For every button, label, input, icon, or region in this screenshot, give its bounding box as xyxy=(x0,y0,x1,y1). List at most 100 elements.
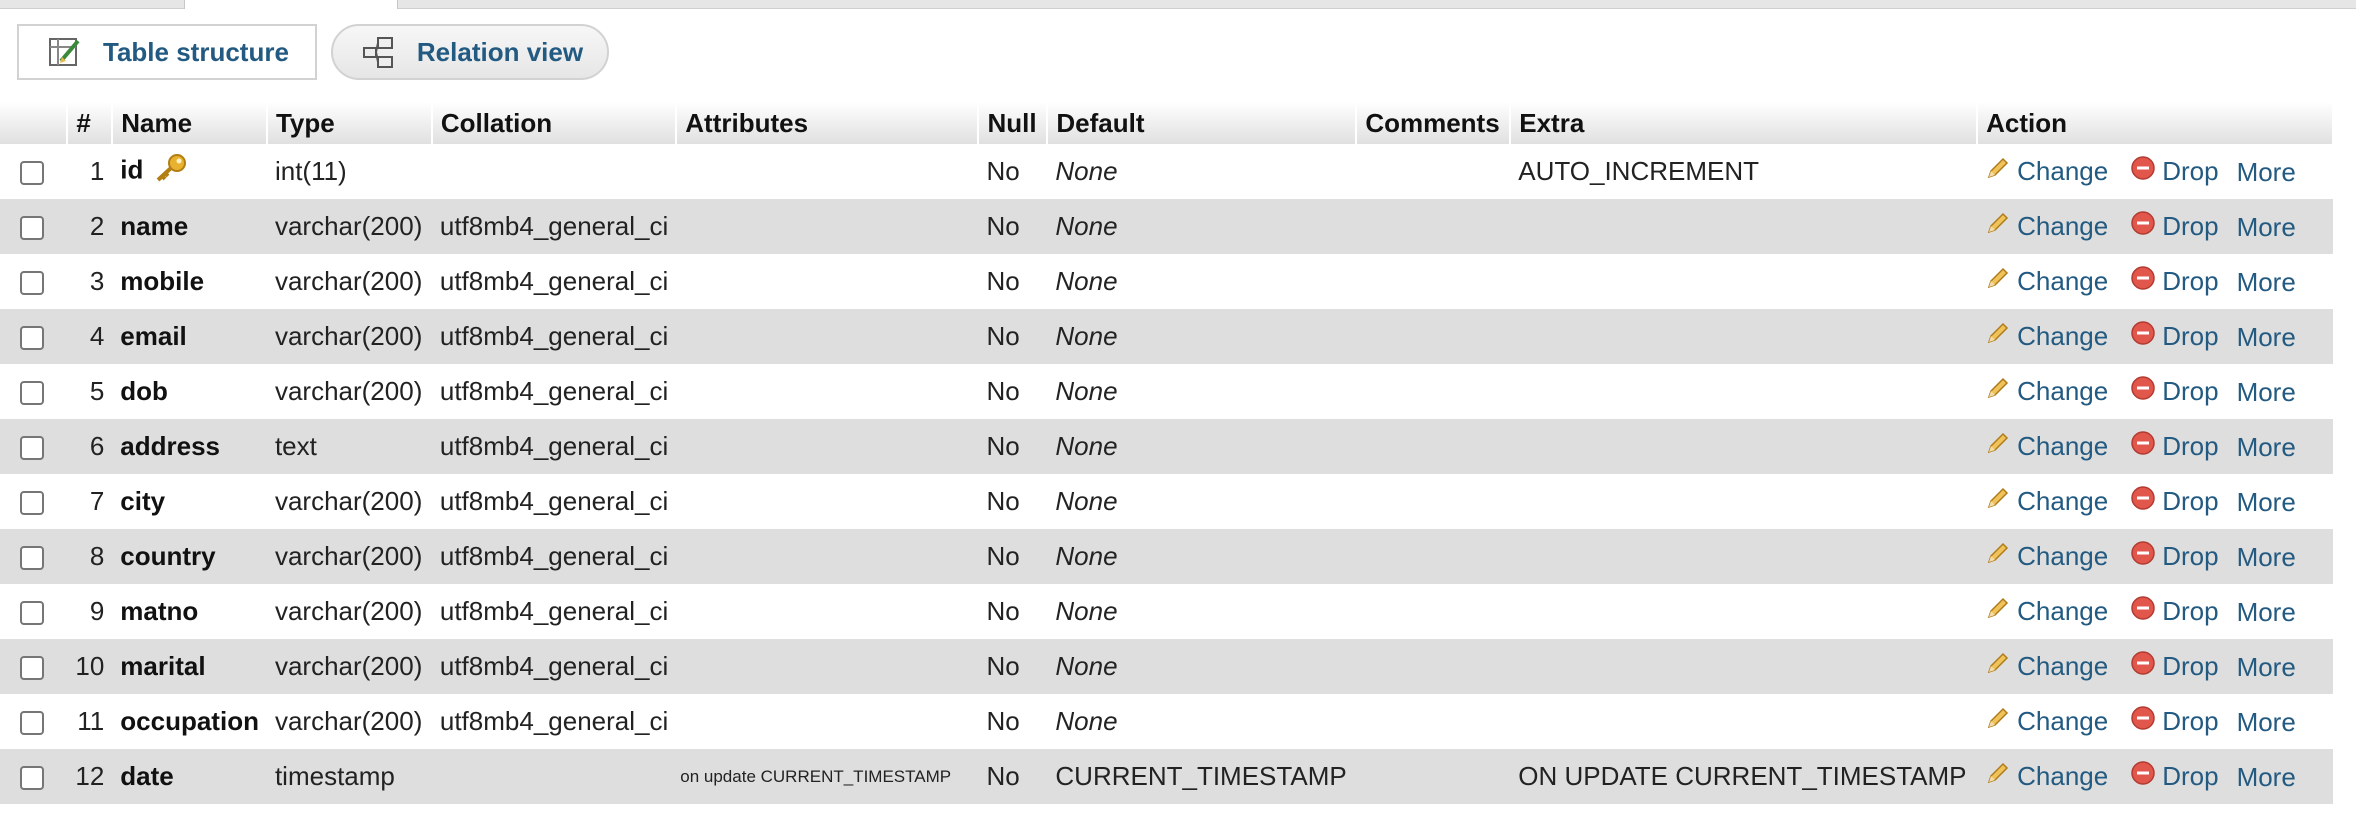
column-name: name xyxy=(120,211,189,241)
relation-view-label: Relation view xyxy=(416,36,584,67)
pencil-icon xyxy=(1985,320,2017,353)
change-link[interactable]: Change xyxy=(1985,210,2108,243)
row-checkbox[interactable] xyxy=(20,381,44,406)
change-link[interactable]: Change xyxy=(1985,595,2108,628)
top-tab-strip xyxy=(0,0,2356,9)
change-link[interactable]: Change xyxy=(1985,485,2108,518)
drop-link[interactable]: Drop xyxy=(2130,760,2219,793)
drop-link[interactable]: Drop xyxy=(2130,430,2219,463)
drop-label: Drop xyxy=(2162,651,2219,681)
header-attributes[interactable]: Attributes xyxy=(676,102,980,144)
row-number: 12 xyxy=(67,749,113,804)
column-default: None xyxy=(1047,254,1357,309)
more-dropdown[interactable]: More xyxy=(2237,432,2296,462)
row-number: 9 xyxy=(67,584,113,639)
column-collation xyxy=(431,749,677,804)
column-name: matno xyxy=(120,596,199,626)
more-dropdown[interactable]: More xyxy=(2237,652,2296,682)
column-extra xyxy=(1510,474,1978,529)
more-dropdown[interactable]: More xyxy=(2237,157,2296,187)
row-select-cell xyxy=(0,529,68,584)
table-row: 4 email varchar(200) utf8mb4_general_ci No No… xyxy=(0,309,2333,364)
table-structure-button[interactable]: Table structure xyxy=(17,24,317,80)
row-select-cell xyxy=(0,364,68,419)
change-link[interactable]: Change xyxy=(1985,155,2108,188)
more-dropdown[interactable]: More xyxy=(2237,762,2296,792)
column-name: email xyxy=(120,321,187,351)
table-row: 11 occupation varchar(200) utf8mb4_general_… xyxy=(0,694,2333,749)
drop-link[interactable]: Drop xyxy=(2130,540,2219,573)
header-default[interactable]: Default xyxy=(1047,102,1358,144)
drop-label: Drop xyxy=(2162,706,2219,736)
drop-link[interactable]: Drop xyxy=(2130,155,2219,188)
more-dropdown[interactable]: More xyxy=(2237,212,2296,242)
header-null[interactable]: Null xyxy=(978,102,1049,144)
change-link[interactable]: Change xyxy=(1985,540,2108,573)
header-collation[interactable]: Collation xyxy=(431,102,678,144)
row-checkbox[interactable] xyxy=(20,161,44,186)
more-dropdown[interactable]: More xyxy=(2237,597,2296,627)
header-type[interactable]: Type xyxy=(266,102,433,144)
change-label: Change xyxy=(2017,156,2109,186)
drop-link[interactable]: Drop xyxy=(2130,210,2219,243)
row-checkbox[interactable] xyxy=(20,436,44,461)
header-extra[interactable]: Extra xyxy=(1510,102,1979,144)
header-comments[interactable]: Comments xyxy=(1356,102,1512,144)
column-extra xyxy=(1510,254,1978,309)
column-extra xyxy=(1510,639,1978,694)
change-link[interactable]: Change xyxy=(1985,375,2108,408)
change-link[interactable]: Change xyxy=(1985,265,2108,298)
row-checkbox[interactable] xyxy=(20,766,44,791)
row-checkbox[interactable] xyxy=(20,656,44,681)
column-name-cell: id xyxy=(112,144,267,199)
drop-circle-icon xyxy=(2130,595,2162,628)
more-dropdown[interactable]: More xyxy=(2237,267,2296,297)
column-default: None xyxy=(1047,419,1357,474)
column-default: None xyxy=(1047,144,1357,199)
column-name: country xyxy=(120,541,216,571)
more-dropdown[interactable]: More xyxy=(2237,322,2296,352)
drop-link[interactable]: Drop xyxy=(2130,320,2219,353)
drop-link[interactable]: Drop xyxy=(2130,265,2219,298)
change-label: Change xyxy=(2017,431,2109,461)
row-checkbox[interactable] xyxy=(20,546,44,571)
pencil-icon xyxy=(1985,540,2017,573)
column-null: No xyxy=(978,144,1048,199)
drop-link[interactable]: Drop xyxy=(2130,485,2219,518)
drop-circle-icon xyxy=(2130,760,2162,793)
row-number: 10 xyxy=(67,639,113,694)
row-checkbox[interactable] xyxy=(20,326,44,351)
key-icon xyxy=(153,153,187,190)
drop-link[interactable]: Drop xyxy=(2130,595,2219,628)
row-checkbox[interactable] xyxy=(20,491,44,516)
row-checkbox[interactable] xyxy=(20,601,44,626)
column-default: None xyxy=(1047,199,1357,254)
drop-link[interactable]: Drop xyxy=(2130,375,2219,408)
more-dropdown[interactable]: More xyxy=(2237,707,2296,737)
row-checkbox[interactable] xyxy=(20,271,44,296)
change-label: Change xyxy=(2017,486,2109,516)
column-name-cell: occupation xyxy=(112,694,267,749)
drop-link[interactable]: Drop xyxy=(2130,650,2219,683)
change-link[interactable]: Change xyxy=(1985,705,2108,738)
more-dropdown[interactable]: More xyxy=(2237,377,2296,407)
row-checkbox[interactable] xyxy=(20,711,44,736)
column-type: varchar(200) xyxy=(266,474,432,529)
more-dropdown[interactable]: More xyxy=(2237,542,2296,572)
header-number[interactable]: # xyxy=(67,102,114,144)
change-link[interactable]: Change xyxy=(1985,760,2108,793)
active-tab[interactable] xyxy=(184,0,398,9)
column-extra xyxy=(1510,364,1978,419)
drop-link[interactable]: Drop xyxy=(2130,705,2219,738)
change-link[interactable]: Change xyxy=(1985,650,2108,683)
change-link[interactable]: Change xyxy=(1985,320,2108,353)
relation-view-button[interactable]: Relation view xyxy=(330,24,610,80)
more-dropdown[interactable]: More xyxy=(2237,487,2296,517)
table-structure-icon xyxy=(47,34,83,70)
change-link[interactable]: Change xyxy=(1985,430,2108,463)
column-name: city xyxy=(120,486,166,516)
row-checkbox[interactable] xyxy=(20,216,44,241)
header-name[interactable]: Name xyxy=(112,102,268,144)
column-comments xyxy=(1356,144,1511,199)
column-default: None xyxy=(1047,529,1357,584)
